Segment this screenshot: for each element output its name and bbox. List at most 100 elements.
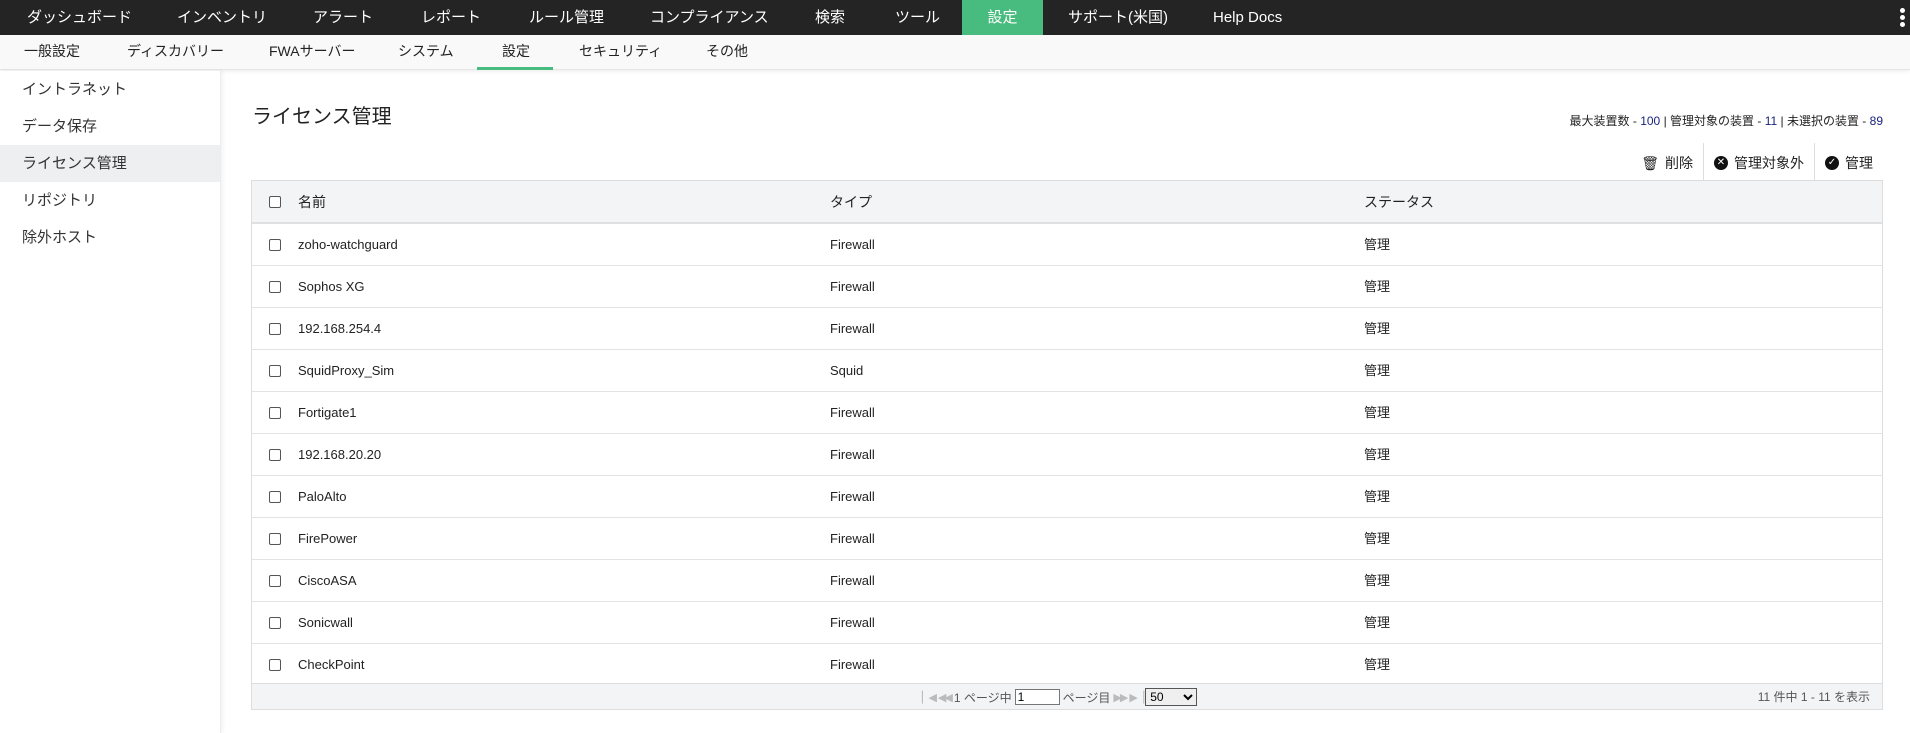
col-type[interactable]: タイプ <box>830 181 872 223</box>
device-name: 192.168.20.20 <box>298 447 382 462</box>
table-row[interactable]: zoho-watchguard Firewall 管理 <box>252 224 1882 266</box>
nav-search[interactable]: 検索 <box>815 0 845 35</box>
device-status: 管理 <box>1364 237 1391 252</box>
subnav-security[interactable]: セキュリティ <box>579 35 662 70</box>
subnav-settings[interactable]: 設定 <box>502 35 530 70</box>
managed-count: 11 <box>1764 114 1778 128</box>
table-row[interactable]: Sonicwall Firewall 管理 <box>252 602 1882 644</box>
row-checkbox[interactable] <box>269 533 281 545</box>
device-type: Firewall <box>830 405 875 420</box>
subnav-discovery[interactable]: ディスカバリー <box>127 35 224 70</box>
select-all-checkbox[interactable] <box>269 196 281 208</box>
row-checkbox[interactable] <box>269 365 281 377</box>
row-checkbox[interactable] <box>269 659 281 671</box>
action-bar: 🗑 削除 ✕ 管理対象外 ✓ 管理 <box>1631 143 1883 183</box>
table-row[interactable]: Sophos XG Firewall 管理 <box>252 266 1882 308</box>
nav-compliance[interactable]: コンプライアンス <box>650 0 769 35</box>
device-name: PaloAlto <box>298 489 347 504</box>
sidebar-item-excluded-hosts[interactable]: 除外ホスト <box>0 219 220 256</box>
device-status: 管理 <box>1364 405 1391 420</box>
per-page-select[interactable]: 50 <box>1145 688 1198 706</box>
sep: | <box>1777 114 1787 128</box>
device-status: 管理 <box>1364 363 1391 378</box>
table-row[interactable]: CheckPoint Firewall 管理 <box>252 644 1882 686</box>
device-name: SquidProxy_Sim <box>298 363 395 378</box>
subnav-system[interactable]: システム <box>398 35 454 70</box>
device-name: FirePower <box>298 531 358 546</box>
device-status: 管理 <box>1364 279 1391 294</box>
row-checkbox[interactable] <box>269 449 281 461</box>
sub-nav: 一般設定 ディスカバリー FWAサーバー システム 設定 セキュリティ その他 <box>0 35 1910 70</box>
delete-label: 削除 <box>1665 155 1693 171</box>
table-row[interactable]: 192.168.20.20 Firewall 管理 <box>252 434 1882 476</box>
trash-icon: 🗑 <box>1641 154 1659 171</box>
col-name[interactable]: 名前 <box>298 181 326 223</box>
manage-label: 管理 <box>1845 155 1873 171</box>
nav-support[interactable]: サポート(米国) <box>1068 0 1168 35</box>
x-circle-icon: ✕ <box>1714 156 1728 170</box>
page-input[interactable] <box>1014 689 1060 705</box>
page-title: ライセンス管理 <box>252 106 392 128</box>
device-name: zoho-watchguard <box>298 237 398 252</box>
device-name: Sonicwall <box>298 615 353 630</box>
table-row[interactable]: PaloAlto Firewall 管理 <box>252 476 1882 518</box>
subnav-other[interactable]: その他 <box>706 35 748 70</box>
unmanage-label: 管理対象外 <box>1734 155 1804 171</box>
device-type: Firewall <box>830 657 875 672</box>
nav-reports[interactable]: レポート <box>421 0 481 35</box>
sidebar: イントラネット データ保存 ライセンス管理 リポジトリ 除外ホスト <box>0 71 221 733</box>
next-page-icon[interactable]: ▶▶ <box>1113 691 1128 704</box>
device-type: Firewall <box>830 615 875 630</box>
row-checkbox[interactable] <box>269 617 281 629</box>
table-row[interactable]: Fortigate1 Firewall 管理 <box>252 392 1882 434</box>
record-count: 11 件中 1 - 11 を表示 <box>1757 690 1870 704</box>
nav-dashboard[interactable]: ダッシュボード <box>27 0 132 35</box>
device-table: 名前 タイプ ステータス zoho-watchguard Firewall 管理… <box>251 180 1883 686</box>
device-type: Firewall <box>830 489 875 504</box>
unselected-label: 未選択の装置 - <box>1786 114 1870 128</box>
max-count: 100 <box>1640 114 1661 128</box>
nav-settings[interactable]: 設定 <box>962 0 1043 35</box>
device-status: 管理 <box>1364 573 1391 588</box>
nav-help-docs[interactable]: Help Docs <box>1213 0 1282 35</box>
page-suffix-label: ページ目 <box>1062 690 1111 705</box>
row-checkbox[interactable] <box>269 239 281 251</box>
nav-tools[interactable]: ツール <box>895 0 940 35</box>
unselected-count: 89 <box>1869 114 1883 128</box>
more-menu-icon[interactable] <box>1900 8 1906 29</box>
row-checkbox[interactable] <box>269 491 281 503</box>
manage-button[interactable]: ✓ 管理 <box>1814 143 1883 183</box>
table-row[interactable]: FirePower Firewall 管理 <box>252 518 1882 560</box>
max-label: 最大装置数 - <box>1569 114 1641 128</box>
row-checkbox[interactable] <box>269 407 281 419</box>
last-page-icon[interactable]: ▶▕ <box>1129 691 1144 704</box>
subnav-general[interactable]: 一般設定 <box>24 35 80 70</box>
device-status: 管理 <box>1364 531 1391 546</box>
device-name: 192.168.254.4 <box>298 321 382 336</box>
device-type: Firewall <box>830 573 875 588</box>
device-name: CheckPoint <box>298 657 365 672</box>
subnav-fwa-server[interactable]: FWAサーバー <box>269 35 355 70</box>
delete-button[interactable]: 🗑 削除 <box>1631 143 1703 183</box>
nav-rule-management[interactable]: ルール管理 <box>529 0 604 35</box>
prev-page-icon[interactable]: ◀◀ <box>938 691 953 704</box>
table-row[interactable]: 192.168.254.4 Firewall 管理 <box>252 308 1882 350</box>
table-row[interactable]: SquidProxy_Sim Squid 管理 <box>252 350 1882 392</box>
row-checkbox[interactable] <box>269 281 281 293</box>
row-checkbox[interactable] <box>269 575 281 587</box>
sidebar-item-intranet[interactable]: イントラネット <box>0 71 220 108</box>
table-row[interactable]: CiscoASA Firewall 管理 <box>252 560 1882 602</box>
top-nav: ダッシュボード インベントリ アラート レポート ルール管理 コンプライアンス … <box>0 0 1910 35</box>
table-header: 名前 タイプ ステータス <box>252 181 1882 224</box>
sidebar-item-repository[interactable]: リポジトリ <box>0 182 220 219</box>
sidebar-item-data-retention[interactable]: データ保存 <box>0 108 220 145</box>
page-of-label: 1 ページ中 <box>953 690 1012 705</box>
unmanage-button[interactable]: ✕ 管理対象外 <box>1703 143 1814 183</box>
sidebar-item-license[interactable]: ライセンス管理 <box>0 145 220 182</box>
nav-inventory[interactable]: インベントリ <box>177 0 267 35</box>
device-name: Fortigate1 <box>298 405 357 420</box>
nav-alerts[interactable]: アラート <box>313 0 373 35</box>
col-status[interactable]: ステータス <box>1364 181 1434 223</box>
first-page-icon[interactable]: ▏◀ <box>922 691 937 704</box>
row-checkbox[interactable] <box>269 323 281 335</box>
